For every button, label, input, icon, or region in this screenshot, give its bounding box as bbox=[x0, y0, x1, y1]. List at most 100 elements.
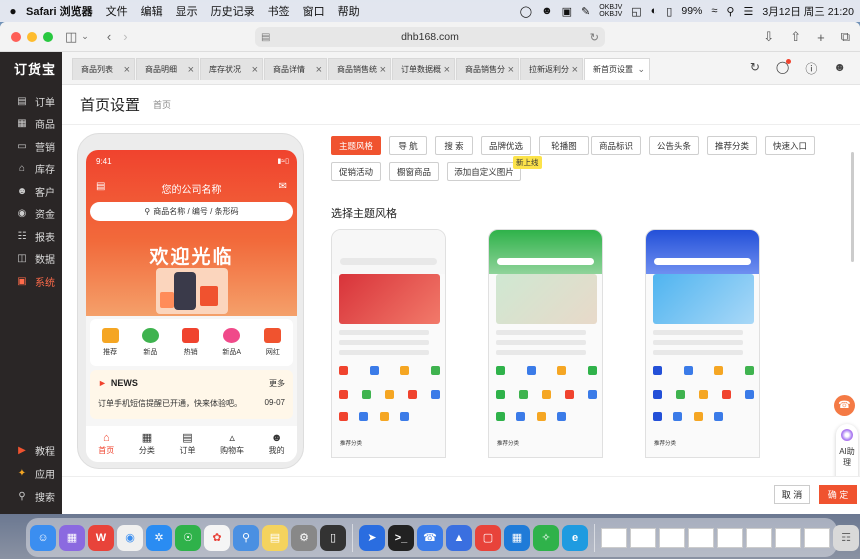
tab-rebate[interactable]: 拉新返利分 × bbox=[520, 58, 583, 80]
confirm-button[interactable]: 确 定 bbox=[819, 485, 857, 504]
window-thumbnail[interactable] bbox=[746, 527, 772, 548]
window-thumbnail[interactable] bbox=[804, 527, 830, 548]
new-tab-icon[interactable]: + bbox=[817, 30, 825, 45]
tab-sales-analysis[interactable]: 商品销售分 × bbox=[456, 58, 519, 80]
menu-edit[interactable]: 编辑 bbox=[141, 3, 163, 19]
button-headline[interactable]: 公告头条 bbox=[649, 136, 699, 155]
chrome-icon[interactable]: ◉ bbox=[117, 524, 143, 551]
menu-help[interactable]: 帮助 bbox=[338, 3, 360, 19]
menu-window[interactable]: 窗口 bbox=[303, 3, 325, 19]
calendar-icon[interactable]: ▢ bbox=[475, 524, 501, 551]
app-logo[interactable]: 订货宝 bbox=[0, 52, 62, 84]
quick-item-influencer[interactable]: 网红 bbox=[264, 328, 282, 357]
lark-icon[interactable]: ▲ bbox=[446, 524, 472, 551]
menu-app-name[interactable]: Safari 浏览器 bbox=[26, 3, 93, 19]
sidebar-item-report[interactable]: ☷ 报表 bbox=[0, 225, 62, 248]
window-thumbnail[interactable] bbox=[601, 527, 627, 548]
news-text[interactable]: 订单手机短信提醒已开通，快来体验吧。 bbox=[98, 398, 242, 409]
chat-status-icon[interactable]: ◯ bbox=[520, 5, 532, 18]
button-brand[interactable]: 品牌优选 bbox=[481, 136, 531, 155]
tab-goods-detail[interactable]: 商品明细 × bbox=[136, 58, 199, 80]
finder-icon[interactable]: ☺ bbox=[30, 524, 56, 551]
meeting-icon[interactable]: ☎ bbox=[417, 524, 443, 551]
bell-icon[interactable]: ◯ bbox=[776, 59, 792, 77]
window-thumbnail[interactable] bbox=[659, 527, 685, 548]
wechat-icon[interactable]: ☉ bbox=[175, 524, 201, 551]
quick-item-recommend[interactable]: 推荐 bbox=[101, 328, 119, 357]
sidebar-item-marketing[interactable]: ▭ 营销 bbox=[0, 135, 62, 158]
preview-icon[interactable]: ⚲ bbox=[233, 524, 259, 551]
close-icon[interactable]: × bbox=[124, 64, 130, 76]
window-thumbnail[interactable] bbox=[717, 527, 743, 548]
safari-icon[interactable]: ✲ bbox=[146, 524, 172, 551]
button-search[interactable]: 搜 索 bbox=[435, 136, 473, 155]
quick-item-new[interactable]: 新品 bbox=[141, 328, 159, 357]
share-icon[interactable]: ⇧ bbox=[790, 29, 801, 45]
menu-view[interactable]: 显示 bbox=[176, 3, 198, 19]
button-goods-tag[interactable]: 商品标识 bbox=[591, 136, 641, 155]
minimize-window-icon[interactable] bbox=[27, 31, 37, 42]
close-icon[interactable]: × bbox=[316, 64, 322, 76]
tab-order-data[interactable]: 订单数据概 × bbox=[392, 58, 455, 80]
launchpad-icon[interactable]: ▦ bbox=[59, 524, 85, 551]
sidebar-item-search[interactable]: ⚲ 搜索 bbox=[0, 485, 62, 508]
keyboard-layout[interactable]: OKBJV OKBJV bbox=[599, 4, 622, 18]
news-more-link[interactable]: 更多 bbox=[269, 378, 285, 389]
spotlight-icon[interactable]: ⚲ bbox=[726, 5, 734, 18]
window-icon[interactable]: ◱ bbox=[631, 5, 641, 18]
quick-item-hot[interactable]: 热销 bbox=[182, 328, 200, 357]
close-icon[interactable]: × bbox=[252, 64, 258, 76]
tab-goods-list[interactable]: 商品列表 × bbox=[72, 58, 135, 80]
close-window-icon[interactable] bbox=[11, 31, 21, 42]
close-icon[interactable]: × bbox=[508, 64, 514, 76]
tabbar-mine[interactable]: ☻ 我的 bbox=[269, 432, 285, 456]
close-icon[interactable]: × bbox=[572, 64, 578, 76]
preview-search[interactable]: ⚲ 商品名称 / 编号 / 条形码 bbox=[90, 202, 293, 221]
tab-home-settings[interactable]: 新首页设置 ⌄ bbox=[584, 58, 650, 80]
menu-bookmarks[interactable]: 书签 bbox=[268, 3, 290, 19]
reload-icon[interactable]: ↻ bbox=[590, 31, 599, 44]
tab-goods-info[interactable]: 商品详情 × bbox=[264, 58, 327, 80]
sidebar-item-inventory[interactable]: ⌂ 库存 bbox=[0, 158, 62, 181]
sidebar-item-order[interactable]: ▤ 订单 bbox=[0, 90, 62, 113]
chevron-down-icon[interactable]: ⌄ bbox=[81, 31, 89, 42]
iphone-mirroring-icon[interactable]: ▯ bbox=[320, 524, 346, 551]
photos-icon[interactable]: ✿ bbox=[204, 524, 230, 551]
scrollbar[interactable] bbox=[851, 152, 854, 262]
sidebar-item-system[interactable]: ▣ 系统 bbox=[0, 270, 62, 293]
customer-service-icon[interactable]: ☎ bbox=[834, 395, 855, 416]
apple-icon[interactable]: ● bbox=[0, 4, 26, 18]
menu-history[interactable]: 历史记录 bbox=[211, 3, 255, 19]
wifi-icon[interactable]: ≈ bbox=[711, 5, 717, 17]
feather-icon[interactable]: ✧ bbox=[533, 524, 559, 551]
refresh-icon[interactable]: ↻ bbox=[750, 60, 760, 77]
sidebar-item-funds[interactable]: ◉ 资金 bbox=[0, 203, 62, 226]
sidebar-item-goods[interactable]: ▦ 商品 bbox=[0, 113, 62, 136]
window-thumbnail[interactable] bbox=[775, 527, 801, 548]
back-icon[interactable]: ‹ bbox=[107, 29, 111, 44]
button-showcase[interactable]: 橱窗商品 bbox=[389, 162, 439, 181]
address-bar[interactable]: ▤ dhb168.com ↻ bbox=[255, 27, 605, 47]
button-nav[interactable]: 导 航 bbox=[389, 136, 427, 155]
message-icon[interactable]: ✉ bbox=[279, 181, 287, 192]
forward-icon[interactable]: › bbox=[123, 29, 127, 44]
breadcrumb[interactable]: 首页 bbox=[153, 98, 171, 111]
tabbar-category[interactable]: ▦ 分类 bbox=[139, 432, 155, 456]
sidebar-toggle-icon[interactable]: ◫ bbox=[65, 29, 77, 45]
tab-inventory[interactable]: 库存状况 × bbox=[200, 58, 263, 80]
sidebar-item-data[interactable]: ◫ 数据 bbox=[0, 248, 62, 271]
theme-card-green[interactable]: 推荐分类 bbox=[488, 229, 603, 458]
tabbar-cart[interactable]: ▵ 购物车 bbox=[220, 432, 244, 456]
cancel-button[interactable]: 取 消 bbox=[774, 485, 810, 504]
button-custom-image[interactable]: 添加自定义图片 bbox=[447, 162, 521, 181]
zoom-window-icon[interactable] bbox=[43, 31, 53, 42]
tab-sales-stats[interactable]: 商品销售统 × bbox=[328, 58, 391, 80]
button-promotion[interactable]: 促销活动 bbox=[331, 162, 381, 181]
button-quick-entry[interactable]: 快速入口 bbox=[765, 136, 815, 155]
window-thumbnail[interactable] bbox=[688, 527, 714, 548]
lock-status-icon[interactable]: ▣ bbox=[562, 5, 572, 18]
download-icon[interactable]: ⇩ bbox=[763, 29, 774, 45]
close-icon[interactable]: × bbox=[380, 64, 386, 76]
chevron-down-icon[interactable]: ⌄ bbox=[637, 64, 645, 75]
sidebar-item-tutorial[interactable]: ▶ 教程 bbox=[0, 439, 62, 462]
